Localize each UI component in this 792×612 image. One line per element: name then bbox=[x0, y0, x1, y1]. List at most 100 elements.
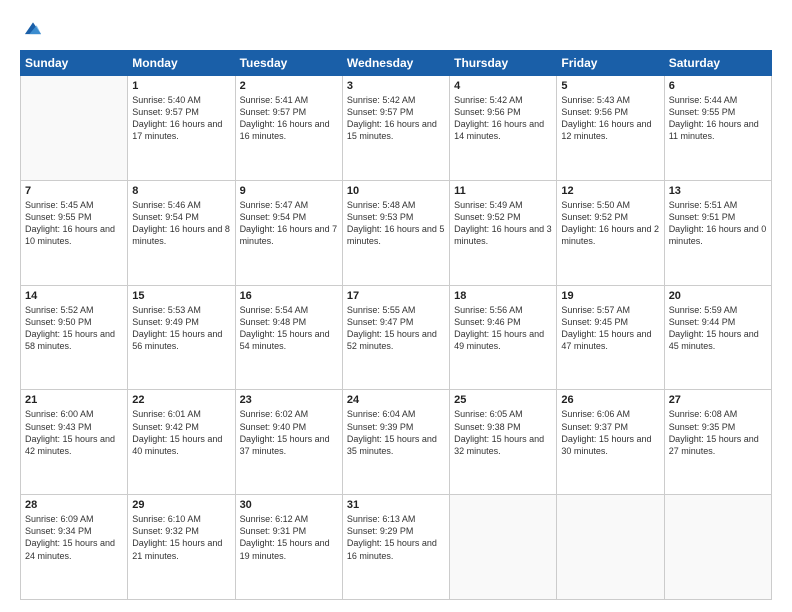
day-number: 23 bbox=[240, 394, 338, 406]
day-number: 3 bbox=[347, 80, 445, 92]
day-number: 20 bbox=[669, 290, 767, 302]
calendar-cell: 29 Sunrise: 6:10 AMSunset: 9:32 PMDayligh… bbox=[128, 495, 235, 600]
calendar-table: SundayMondayTuesdayWednesdayThursdayFrid… bbox=[20, 50, 772, 600]
day-info: Sunrise: 5:55 AMSunset: 9:47 PMDaylight:… bbox=[347, 304, 445, 353]
day-number: 4 bbox=[454, 80, 552, 92]
calendar-cell bbox=[557, 495, 664, 600]
calendar-cell: 18 Sunrise: 5:56 AMSunset: 9:46 PMDayligh… bbox=[450, 285, 557, 390]
day-number: 5 bbox=[561, 80, 659, 92]
calendar-cell bbox=[450, 495, 557, 600]
weekday-header-row: SundayMondayTuesdayWednesdayThursdayFrid… bbox=[21, 51, 772, 76]
day-info: Sunrise: 5:53 AMSunset: 9:49 PMDaylight:… bbox=[132, 304, 230, 353]
day-number: 17 bbox=[347, 290, 445, 302]
week-row-1: 1Sunrise: 5:40 AMSunset: 9:57 PMDaylight… bbox=[21, 76, 772, 181]
day-info: Sunrise: 6:09 AMSunset: 9:34 PMDaylight:… bbox=[25, 513, 123, 562]
calendar-cell: 24 Sunrise: 6:04 AMSunset: 9:39 PMDayligh… bbox=[342, 390, 449, 495]
day-info: Sunrise: 5:46 AMSunset: 9:54 PMDaylight:… bbox=[132, 199, 230, 248]
day-number: 27 bbox=[669, 394, 767, 406]
day-number: 29 bbox=[132, 499, 230, 511]
day-info: Sunrise: 5:52 AMSunset: 9:50 PMDaylight:… bbox=[25, 304, 123, 353]
logo bbox=[20, 18, 44, 40]
calendar-cell: 19Sunrise: 5:57 AMSunset: 9:45 PMDayligh… bbox=[557, 285, 664, 390]
calendar-cell: 10 Sunrise: 5:48 AMSunset: 9:53 PMDayligh… bbox=[342, 180, 449, 285]
calendar-cell: 27Sunrise: 6:08 AMSunset: 9:35 PMDayligh… bbox=[664, 390, 771, 495]
day-number: 24 bbox=[347, 394, 445, 406]
calendar-cell: 6 Sunrise: 5:44 AMSunset: 9:55 PMDaylight… bbox=[664, 76, 771, 181]
day-number: 25 bbox=[454, 394, 552, 406]
calendar-cell: 17 Sunrise: 5:55 AMSunset: 9:47 PMDayligh… bbox=[342, 285, 449, 390]
calendar-cell: 7 Sunrise: 5:45 AMSunset: 9:55 PMDaylight… bbox=[21, 180, 128, 285]
day-info: Sunrise: 5:59 AMSunset: 9:44 PMDaylight:… bbox=[669, 304, 767, 353]
day-info: Sunrise: 5:51 AMSunset: 9:51 PMDaylight:… bbox=[669, 199, 767, 248]
week-row-5: 28 Sunrise: 6:09 AMSunset: 9:34 PMDayligh… bbox=[21, 495, 772, 600]
day-info: Sunrise: 5:42 AMSunset: 9:57 PMDaylight:… bbox=[347, 94, 445, 143]
day-info: Sunrise: 5:42 AMSunset: 9:56 PMDaylight:… bbox=[454, 94, 552, 143]
calendar-cell: 3 Sunrise: 5:42 AMSunset: 9:57 PMDaylight… bbox=[342, 76, 449, 181]
day-number: 10 bbox=[347, 185, 445, 197]
day-number: 18 bbox=[454, 290, 552, 302]
day-info: Sunrise: 6:01 AMSunset: 9:42 PMDaylight:… bbox=[132, 408, 230, 457]
calendar-cell: 11 Sunrise: 5:49 AMSunset: 9:52 PMDayligh… bbox=[450, 180, 557, 285]
page: SundayMondayTuesdayWednesdayThursdayFrid… bbox=[0, 0, 792, 612]
day-info: Sunrise: 6:04 AMSunset: 9:39 PMDaylight:… bbox=[347, 408, 445, 457]
weekday-header-tuesday: Tuesday bbox=[235, 51, 342, 76]
day-info: Sunrise: 5:45 AMSunset: 9:55 PMDaylight:… bbox=[25, 199, 123, 248]
day-info: Sunrise: 6:05 AMSunset: 9:38 PMDaylight:… bbox=[454, 408, 552, 457]
day-info: Sunrise: 5:56 AMSunset: 9:46 PMDaylight:… bbox=[454, 304, 552, 353]
day-info: Sunrise: 5:47 AMSunset: 9:54 PMDaylight:… bbox=[240, 199, 338, 248]
day-number: 16 bbox=[240, 290, 338, 302]
day-info: Sunrise: 5:49 AMSunset: 9:52 PMDaylight:… bbox=[454, 199, 552, 248]
day-info: Sunrise: 5:40 AMSunset: 9:57 PMDaylight:… bbox=[132, 94, 230, 143]
day-info: Sunrise: 5:54 AMSunset: 9:48 PMDaylight:… bbox=[240, 304, 338, 353]
calendar-cell: 22 Sunrise: 6:01 AMSunset: 9:42 PMDayligh… bbox=[128, 390, 235, 495]
weekday-header-wednesday: Wednesday bbox=[342, 51, 449, 76]
calendar-cell bbox=[664, 495, 771, 600]
week-row-4: 21 Sunrise: 6:00 AMSunset: 9:43 PMDayligh… bbox=[21, 390, 772, 495]
calendar-cell: 26Sunrise: 6:06 AMSunset: 9:37 PMDayligh… bbox=[557, 390, 664, 495]
day-number: 28 bbox=[25, 499, 123, 511]
calendar-cell: 4 Sunrise: 5:42 AMSunset: 9:56 PMDaylight… bbox=[450, 76, 557, 181]
day-number: 6 bbox=[669, 80, 767, 92]
calendar-cell: 23 Sunrise: 6:02 AMSunset: 9:40 PMDayligh… bbox=[235, 390, 342, 495]
day-number: 15 bbox=[132, 290, 230, 302]
day-number: 12 bbox=[561, 185, 659, 197]
day-info: Sunrise: 6:10 AMSunset: 9:32 PMDaylight:… bbox=[132, 513, 230, 562]
day-number: 9 bbox=[240, 185, 338, 197]
day-number: 14 bbox=[25, 290, 123, 302]
weekday-header-sunday: Sunday bbox=[21, 51, 128, 76]
day-info: Sunrise: 5:44 AMSunset: 9:55 PMDaylight:… bbox=[669, 94, 767, 143]
calendar-cell: 28 Sunrise: 6:09 AMSunset: 9:34 PMDayligh… bbox=[21, 495, 128, 600]
calendar-cell: 16 Sunrise: 5:54 AMSunset: 9:48 PMDayligh… bbox=[235, 285, 342, 390]
weekday-header-monday: Monday bbox=[128, 51, 235, 76]
calendar-cell: 21 Sunrise: 6:00 AMSunset: 9:43 PMDayligh… bbox=[21, 390, 128, 495]
calendar-cell: 25 Sunrise: 6:05 AMSunset: 9:38 PMDayligh… bbox=[450, 390, 557, 495]
calendar-cell: 20 Sunrise: 5:59 AMSunset: 9:44 PMDayligh… bbox=[664, 285, 771, 390]
calendar-cell: 9 Sunrise: 5:47 AMSunset: 9:54 PMDaylight… bbox=[235, 180, 342, 285]
calendar-cell: 13 Sunrise: 5:51 AMSunset: 9:51 PMDayligh… bbox=[664, 180, 771, 285]
day-info: Sunrise: 5:50 AMSunset: 9:52 PMDaylight:… bbox=[561, 199, 659, 248]
day-number: 30 bbox=[240, 499, 338, 511]
day-number: 8 bbox=[132, 185, 230, 197]
day-info: Sunrise: 5:48 AMSunset: 9:53 PMDaylight:… bbox=[347, 199, 445, 248]
calendar-cell: 1Sunrise: 5:40 AMSunset: 9:57 PMDaylight… bbox=[128, 76, 235, 181]
day-info: Sunrise: 6:00 AMSunset: 9:43 PMDaylight:… bbox=[25, 408, 123, 457]
day-number: 11 bbox=[454, 185, 552, 197]
calendar-cell: 15 Sunrise: 5:53 AMSunset: 9:49 PMDayligh… bbox=[128, 285, 235, 390]
week-row-3: 14 Sunrise: 5:52 AMSunset: 9:50 PMDayligh… bbox=[21, 285, 772, 390]
day-info: Sunrise: 6:12 AMSunset: 9:31 PMDaylight:… bbox=[240, 513, 338, 562]
day-number: 13 bbox=[669, 185, 767, 197]
day-number: 21 bbox=[25, 394, 123, 406]
day-number: 31 bbox=[347, 499, 445, 511]
day-number: 19 bbox=[561, 290, 659, 302]
calendar-cell: 2Sunrise: 5:41 AMSunset: 9:57 PMDaylight… bbox=[235, 76, 342, 181]
header bbox=[20, 18, 772, 40]
day-info: Sunrise: 5:41 AMSunset: 9:57 PMDaylight:… bbox=[240, 94, 338, 143]
day-info: Sunrise: 6:02 AMSunset: 9:40 PMDaylight:… bbox=[240, 408, 338, 457]
weekday-header-thursday: Thursday bbox=[450, 51, 557, 76]
calendar-cell: 5Sunrise: 5:43 AMSunset: 9:56 PMDaylight… bbox=[557, 76, 664, 181]
day-number: 22 bbox=[132, 394, 230, 406]
calendar-cell: 14 Sunrise: 5:52 AMSunset: 9:50 PMDayligh… bbox=[21, 285, 128, 390]
calendar-cell: 31Sunrise: 6:13 AMSunset: 9:29 PMDayligh… bbox=[342, 495, 449, 600]
day-number: 7 bbox=[25, 185, 123, 197]
calendar-cell: 12 Sunrise: 5:50 AMSunset: 9:52 PMDayligh… bbox=[557, 180, 664, 285]
